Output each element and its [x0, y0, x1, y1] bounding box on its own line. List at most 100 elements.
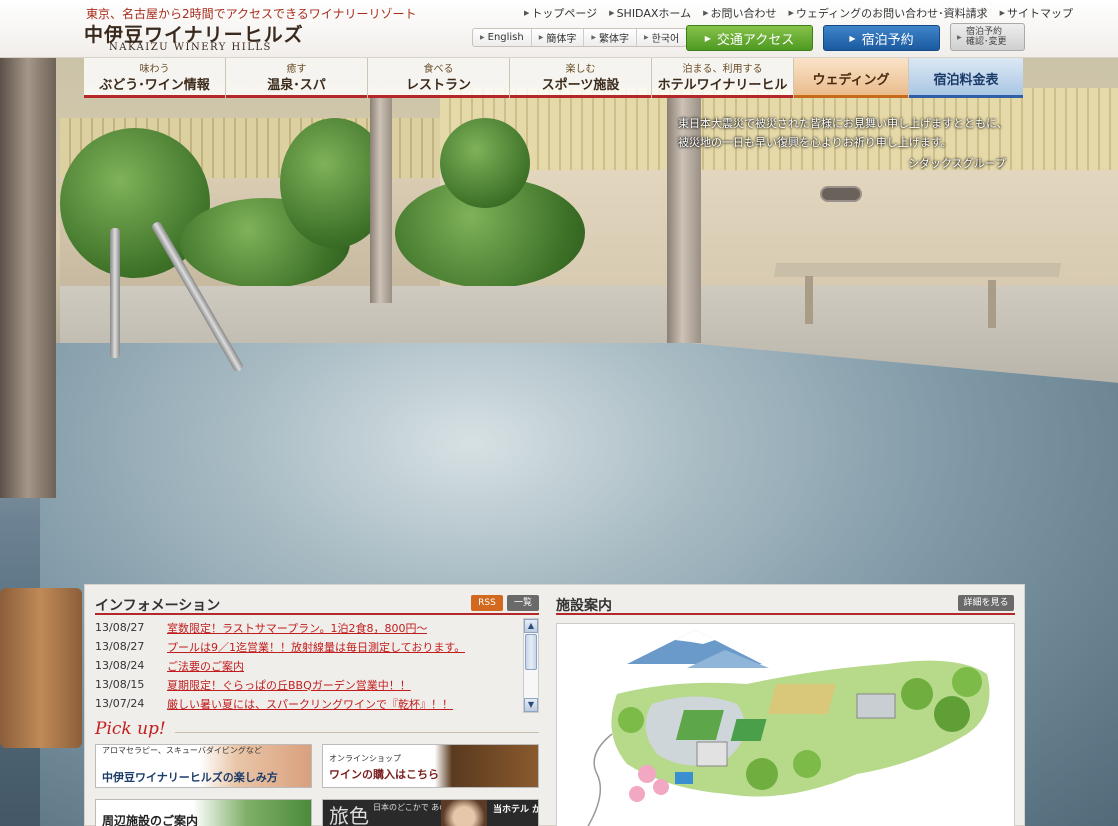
banner-nearby-facilities[interactable]: 周辺施設のご案内: [95, 799, 312, 826]
content-panel: インフォメーション RSS 一覧 13/08/27 室数限定！ラストサマープラン…: [84, 584, 1025, 826]
access-road: [587, 733, 613, 826]
scroll-down-icon[interactable]: ▼: [524, 698, 538, 712]
hotel-building: [696, 741, 728, 767]
banner-title: 中伊豆ワイナリーヒルズの楽しみ方: [102, 771, 278, 784]
news-list: 13/08/27 室数限定！ラストサマープラン。1泊2食8，800円〜 13/0…: [95, 618, 525, 713]
pool: [675, 772, 693, 784]
news-title-link[interactable]: プールは9／1迄営業！！放射線量は毎日測定しております。: [167, 639, 465, 655]
triangle-icon: ▶: [591, 34, 596, 41]
news-date: 13/08/15: [95, 678, 145, 691]
tennis-court: [730, 719, 767, 741]
news-item: 13/08/27 プールは9／1迄営業！！放射線量は毎日測定しております。: [95, 637, 525, 656]
lang-simplified-chinese[interactable]: ▶ 簡体字: [532, 29, 585, 46]
banner-enjoy-winery[interactable]: アロマセラピー、スキューバダイビングなど 中伊豆ワイナリーヒルズの楽しみ方: [95, 744, 312, 788]
cherry-tree: [629, 786, 645, 802]
nav-restaurant[interactable]: 食べる レストラン: [368, 58, 510, 98]
wooden-pillar: [370, 98, 392, 303]
facility-map[interactable]: [556, 623, 1015, 826]
news-title-link[interactable]: ご法要のご案内: [167, 658, 244, 674]
lang-label: 繁体字: [598, 34, 629, 45]
link-top-page[interactable]: ▶ トップページ: [518, 5, 603, 21]
notice-line-1: 東日本大震災で被災された皆様にお見舞い申し上げますとともに、: [678, 117, 1008, 130]
nav-underline: [226, 95, 367, 98]
news-title-link[interactable]: 厳しい暑い夏には、スパークリングワインで『乾杯』！！: [167, 696, 453, 712]
reservation-confirm-button[interactable]: ▶ 宿泊予約 確認･変更: [950, 23, 1025, 51]
nav-wine-info[interactable]: 味わう ぶどう･ワイン情報: [84, 58, 226, 98]
pickup-heading: Pick up!: [95, 719, 166, 739]
lang-label: English: [487, 32, 524, 43]
triangle-icon: ▶: [538, 34, 544, 41]
link-sitemap[interactable]: ▶ サイトマップ: [994, 5, 1079, 21]
logo-english[interactable]: NAKAIZU WINERY HILLS: [109, 42, 272, 53]
scroll-thumb[interactable]: [525, 634, 537, 670]
heading-rule: [95, 613, 539, 615]
news-list-button[interactable]: 一覧: [507, 595, 539, 611]
nav-underline: [84, 95, 225, 98]
banner-caption-right: 当ホテル が紹介され: [493, 805, 538, 815]
triangle-icon: ▶: [704, 33, 711, 43]
link-label: サイトマップ: [1006, 7, 1073, 20]
confirm-label-2: 確認･変更: [966, 37, 1007, 47]
triangle-icon: ▶: [643, 34, 649, 41]
facility-map-illustration: [587, 630, 990, 826]
lang-korean[interactable]: ▶ 한국어: [637, 29, 686, 46]
nav-label: 宿泊料金表: [933, 73, 999, 88]
nav-price-table[interactable]: 宿泊料金表: [909, 58, 1023, 98]
nav-underline: [510, 95, 651, 98]
notice-signature: シダックスグループ: [908, 157, 1007, 170]
nav-wedding[interactable]: ウェディング: [794, 58, 909, 98]
scroll-up-icon[interactable]: ▲: [524, 619, 538, 633]
news-item: 13/08/27 室数限定！ラストサマープラン。1泊2食8，800円〜: [95, 618, 525, 637]
heading-rule: [556, 613, 1015, 615]
wooden-bucket: [0, 588, 82, 748]
nav-hotel[interactable]: 泊まる、利用する ホテルワイナリーヒル: [652, 58, 794, 98]
nav-sub-label: 癒す: [286, 64, 307, 75]
triangle-icon: ▶: [957, 34, 962, 41]
access-button[interactable]: ▶ 交通アクセス: [686, 25, 813, 51]
triangle-icon: ▶: [609, 9, 615, 17]
nav-underline: [794, 95, 908, 98]
bench-leg: [805, 276, 813, 324]
wooden-bench: [773, 263, 1062, 277]
nav-sports[interactable]: 楽しむ スポーツ施設: [510, 58, 652, 98]
nav-label: ウェディング: [812, 73, 890, 88]
news-title-link[interactable]: 夏期限定！ぐらっぱの丘BBQガーデン営業中！！: [167, 677, 411, 693]
news-date: 13/08/24: [95, 659, 145, 672]
nav-label: ホテルワイナリーヒル: [657, 78, 788, 93]
triangle-icon: ▶: [999, 9, 1005, 17]
lang-label: 簡体字: [546, 34, 577, 45]
banner-wine-shop[interactable]: オンラインショップ ワインの購入はこちら: [322, 744, 539, 788]
information-heading: インフォメーション: [95, 598, 221, 614]
link-contact[interactable]: ▶ お問い合わせ: [697, 5, 782, 21]
banner-tabiiro[interactable]: 旅色 日本のどこかで あの女優が 当ホテル が紹介され: [322, 799, 539, 826]
rss-button[interactable]: RSS: [471, 595, 503, 611]
nav-onsen-spa[interactable]: 癒す 温泉･スパ: [226, 58, 368, 98]
link-label: トップページ: [531, 7, 598, 20]
top-links: ▶ トップページ ▶ SHIDAXホーム ▶ お問い合わせ ▶ ウェディングのお問い合わ…: [518, 5, 1079, 21]
access-label: 交通アクセス: [716, 32, 795, 48]
garden-shrub: [440, 118, 530, 208]
reserve-button[interactable]: ▶ 宿泊予約: [823, 25, 940, 51]
actress-photo: [441, 800, 487, 826]
news-scrollbar[interactable]: ▲ ▼: [523, 618, 539, 713]
lang-traditional-chinese[interactable]: ▶ 繁体字: [584, 29, 637, 46]
nav-label: レストラン: [405, 78, 471, 93]
site-header: 東京、名古屋から2時間でアクセスできるワイナリーリゾート 中伊豆ワイナリーヒルズ…: [0, 0, 1118, 58]
link-wedding-contact[interactable]: ▶ ウェディングのお問い合わせ･資料請求: [782, 5, 993, 21]
forest: [618, 707, 644, 733]
lang-english[interactable]: ▶ English: [473, 29, 532, 46]
wall-lamp: [820, 186, 862, 202]
forest: [793, 750, 821, 778]
news-title-link[interactable]: 室数限定！ラストサマープラン。1泊2食8，800円〜: [167, 620, 427, 636]
reserve-label: 宿泊予約: [861, 32, 914, 48]
triangle-icon: ▶: [703, 9, 709, 17]
facility-detail-button[interactable]: 詳細を見る: [958, 595, 1014, 611]
news-item: 13/08/15 夏期限定！ぐらっぱの丘BBQガーデン営業中！！: [95, 675, 525, 694]
confirm-label-1: 宿泊予約: [966, 27, 1003, 37]
main-nav: 味わう ぶどう･ワイン情報 癒す 温泉･スパ 食べる レストラン 楽しむ スポー…: [84, 58, 1024, 98]
nav-sub-label: 楽しむ: [565, 64, 596, 75]
nav-label: スポーツ施設: [541, 78, 620, 93]
link-shidax-home[interactable]: ▶ SHIDAXホーム: [603, 5, 697, 21]
news-date: 13/07/24: [95, 697, 145, 710]
nav-sub-label: 泊まる、利用する: [682, 64, 763, 75]
